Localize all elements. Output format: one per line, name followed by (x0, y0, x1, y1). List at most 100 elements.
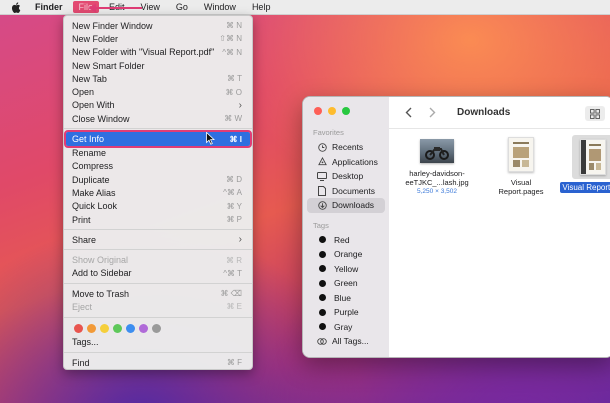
menu-item-eject: Eject ⌘ E (72, 301, 242, 312)
window-controls (303, 107, 389, 115)
minimize-window-button[interactable] (328, 107, 336, 115)
sidebar-tag-orange[interactable]: Orange (307, 247, 385, 262)
desktop-icon (317, 171, 327, 181)
file-name: eeTJKC_...lash.jpg (405, 178, 469, 187)
menu-item-share[interactable]: Share › (64, 233, 252, 246)
finder-content: Downloads harley-davidson- eeTJKC_...las… (389, 97, 610, 357)
menu-item-find[interactable]: Find ⌘ F (64, 356, 252, 369)
applications-icon (317, 157, 327, 167)
file-name-selected: Visual Report.pdf (560, 182, 610, 193)
menu-item-get-info[interactable]: Get Info ⌘ I (64, 130, 252, 149)
tag-dot-red[interactable] (74, 323, 83, 333)
tag-color-row (64, 321, 252, 336)
menu-item-new-tab[interactable]: New Tab ⌘ T (64, 72, 252, 85)
sidebar-item-desktop[interactable]: Desktop (307, 169, 385, 184)
menu-separator (64, 351, 252, 353)
menu-item-print[interactable]: Print ⌘ P (64, 213, 252, 226)
menu-separator (64, 128, 252, 130)
sidebar-tag-green[interactable]: Green (307, 276, 385, 291)
menu-item-new-folder-with-selection[interactable]: New Folder with "Visual Report.pdf" ^⌘ N (64, 46, 252, 59)
tag-dot-icon (319, 294, 326, 302)
apple-icon[interactable] (11, 1, 22, 13)
icon-view-button[interactable] (585, 106, 605, 121)
sidebar-tag-gray[interactable]: Gray (307, 320, 385, 335)
menu-item-make-alias[interactable]: Make Alias ^⌘ A (64, 186, 252, 199)
menu-item-new-folder[interactable]: New Folder ⇧⌘ N (64, 32, 252, 45)
menu-item-new-finder-window[interactable]: New Finder Window ⌘ N (64, 19, 252, 32)
finder-toolbar: Downloads (389, 97, 610, 129)
menu-item-show-original: Show Original ⌘ R (72, 255, 242, 266)
tag-dot-icon (319, 308, 326, 316)
file-item-visual-report-pdf[interactable]: Visual Report.pdf (555, 135, 610, 193)
menu-separator (64, 316, 252, 318)
file-menu-dropdown: New Finder Window ⌘ N New Folder ⇧⌘ N Ne… (63, 15, 253, 370)
sidebar-tag-purple[interactable]: Purple (307, 305, 385, 320)
finder-sidebar: Favorites Recents Applications Desktop D… (303, 97, 389, 357)
menu-window[interactable]: Window (204, 2, 236, 12)
window-title: Downloads (457, 107, 511, 118)
sidebar-header-tags: Tags (313, 220, 329, 230)
sidebar-item-documents[interactable]: Documents (307, 184, 385, 199)
menu-item-rename[interactable]: Rename (64, 146, 252, 159)
document-thumbnail (508, 137, 534, 172)
tag-dot-icon (319, 265, 326, 273)
menu-item-tags[interactable]: Tags... (64, 336, 252, 349)
selection-background (572, 135, 610, 179)
menu-app-finder[interactable]: Finder (35, 2, 63, 12)
tag-dot-green[interactable] (113, 323, 122, 333)
sidebar-tag-red[interactable]: Red (307, 233, 385, 248)
menu-separator (64, 283, 252, 285)
forward-button[interactable] (425, 106, 439, 120)
menu-item-duplicate[interactable]: Duplicate ⌘ D (64, 173, 252, 186)
menu-item-move-to-trash[interactable]: Move to Trash ⌘ ⌫ (64, 287, 252, 300)
back-button[interactable] (401, 106, 415, 120)
tag-dot-yellow[interactable] (100, 323, 109, 333)
download-icon (317, 200, 327, 210)
chevron-right-icon: › (238, 234, 242, 246)
file-item-harley-jpg[interactable]: harley-davidson- eeTJKC_...lash.jpg 5,25… (397, 139, 477, 196)
tag-dot-icon (319, 250, 326, 258)
menu-item-open[interactable]: Open ⌘ O (64, 85, 252, 98)
sidebar-item-applications[interactable]: Applications (307, 155, 385, 170)
sidebar-header-favorites: Favorites (313, 128, 344, 137)
menu-item-quick-look[interactable]: Quick Look ⌘ Y (64, 200, 252, 213)
mouse-cursor-icon (206, 132, 215, 145)
image-dimensions: 5,250 × 3,502 (417, 188, 457, 195)
document-icon (317, 185, 327, 196)
all-tags-icon (317, 336, 327, 346)
sidebar-item-recents[interactable]: Recents (307, 140, 385, 155)
tag-dot-icon (319, 236, 326, 244)
menu-item-open-with[interactable]: Open With › (64, 99, 252, 112)
menu-separator (64, 249, 252, 251)
menu-item-new-smart-folder[interactable]: New Smart Folder (64, 59, 252, 72)
sidebar-all-tags[interactable]: All Tags... (307, 334, 385, 349)
clock-icon (317, 142, 327, 152)
tag-dot-gray[interactable] (152, 323, 161, 333)
menu-item-close-window[interactable]: Close Window ⌘ W (64, 112, 252, 125)
menu-item-add-to-sidebar[interactable]: Add to Sidebar ^⌘ T (64, 267, 252, 280)
tag-dot-icon (319, 323, 326, 331)
grid-icon (590, 108, 600, 119)
tag-dot-blue[interactable] (126, 323, 135, 333)
tag-dot-icon (319, 279, 326, 287)
close-window-button[interactable] (314, 107, 322, 115)
file-name: harley-davidson- (409, 169, 465, 178)
chevron-right-icon: › (238, 99, 242, 111)
sidebar-item-downloads[interactable]: Downloads (307, 198, 385, 213)
pdf-thumbnail (580, 139, 606, 175)
menu-help[interactable]: Help (252, 2, 271, 12)
image-thumbnail (420, 139, 454, 163)
menu-separator (64, 229, 252, 231)
sidebar-tag-blue[interactable]: Blue (307, 291, 385, 306)
file-name: Visual (510, 178, 532, 187)
zoom-window-button[interactable] (342, 107, 350, 115)
menu-item-compress[interactable]: Compress (64, 160, 252, 173)
menu-go[interactable]: Go (176, 2, 188, 12)
tag-dot-orange[interactable] (87, 323, 96, 333)
finder-window: Favorites Recents Applications Desktop D… (302, 96, 610, 358)
file-item-visual-report-pages[interactable]: Visual Report.pages (489, 137, 553, 196)
sidebar-tag-yellow[interactable]: Yellow (307, 262, 385, 277)
annotation-arrow-icon (88, 3, 142, 13)
tag-dot-purple[interactable] (139, 323, 148, 333)
file-name: Report.pages (498, 187, 544, 196)
